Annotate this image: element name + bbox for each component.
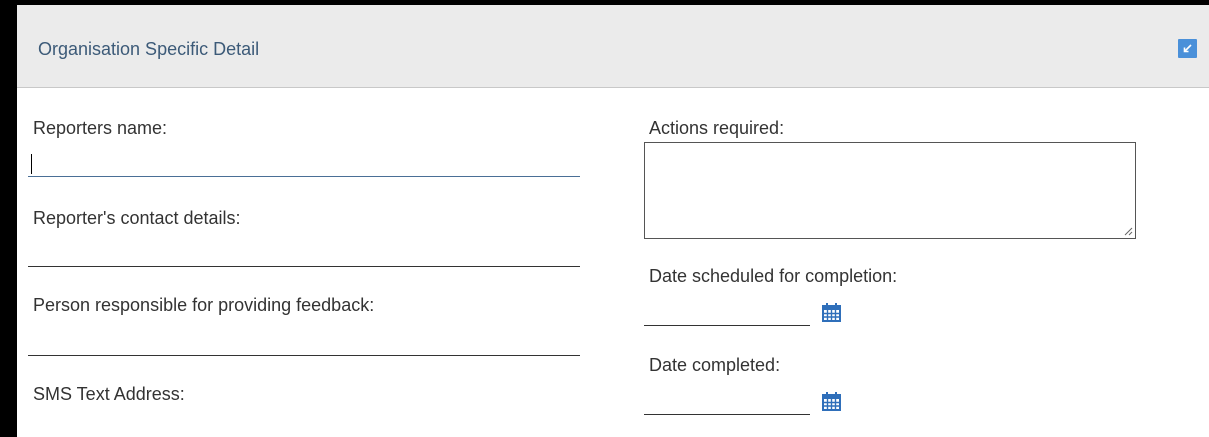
- contact-details-label: Reporter's contact details:: [33, 208, 241, 228]
- panel-title: Organisation Specific Detail: [38, 39, 260, 59]
- contact-details-input[interactable]: [28, 241, 580, 267]
- resize-grip-icon[interactable]: [1124, 227, 1133, 236]
- actions-required-label: Actions required:: [649, 118, 785, 138]
- organisation-detail-panel: Organisation Specific Detail Reporters n…: [5, 5, 1209, 437]
- text-caret: [31, 154, 32, 174]
- date-completed-input[interactable]: [644, 389, 810, 415]
- feedback-person-input[interactable]: [28, 330, 580, 356]
- date-scheduled-input[interactable]: [644, 300, 810, 326]
- collapse-button[interactable]: [1178, 39, 1197, 58]
- feedback-person-label: Person responsible for providing feedbac…: [33, 295, 375, 315]
- sms-address-label: SMS Text Address:: [33, 384, 185, 404]
- calendar-icon[interactable]: [821, 391, 842, 412]
- collapse-arrow-icon: [1183, 44, 1192, 53]
- reporters-name-label: Reporters name:: [33, 118, 168, 138]
- date-completed-label: Date completed:: [649, 355, 781, 375]
- date-scheduled-label: Date scheduled for completion:: [649, 266, 898, 286]
- calendar-icon[interactable]: [821, 302, 842, 323]
- reporters-name-input[interactable]: [28, 151, 580, 177]
- actions-required-textarea[interactable]: [644, 142, 1136, 239]
- panel-header: Organisation Specific Detail: [17, 5, 1209, 88]
